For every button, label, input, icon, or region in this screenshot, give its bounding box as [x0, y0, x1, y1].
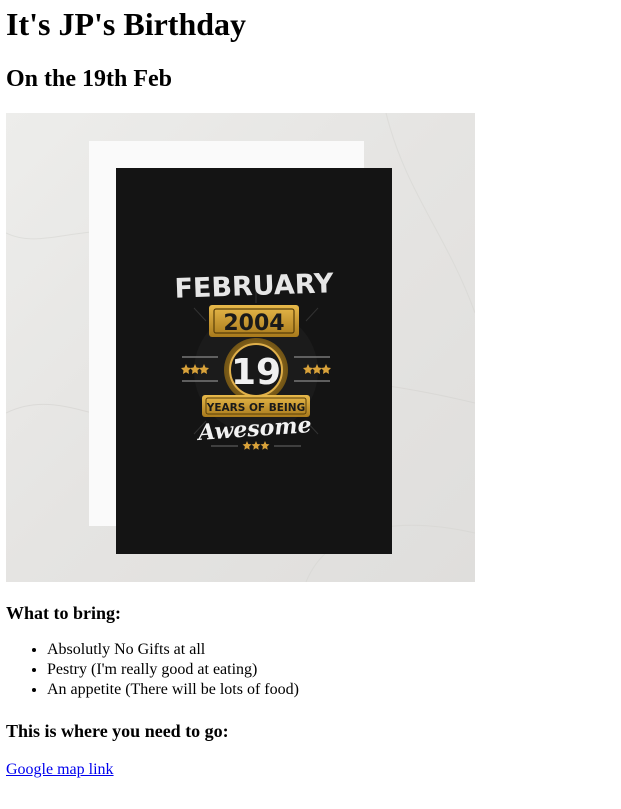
card-age: 19 — [231, 352, 281, 393]
location-heading: This is where you need to go: — [6, 721, 229, 741]
page-title: It's JP's Birthday — [6, 6, 247, 42]
card-year: 2004 — [223, 311, 284, 336]
bring-list-item: Pestry (I'm really good at eating) — [47, 660, 615, 680]
bring-list-item: Absolutly No Gifts at all — [47, 640, 615, 660]
bring-heading: What to bring: — [6, 603, 122, 623]
bring-list-item: An appetite (There will be lots of food) — [47, 680, 615, 700]
card-years-of-being: YEARS OF BEING — [206, 402, 305, 414]
birthday-card-image: FEBRUARY 2004 19 YEARS OF BEING Awesome — [6, 113, 475, 582]
page-subtitle: On the 19th Feb — [6, 66, 173, 92]
card-month: FEBRUARY — [174, 268, 335, 305]
google-map-link[interactable]: Google map link — [6, 760, 114, 780]
bring-list: Absolutly No Gifts at all Pestry (I'm re… — [6, 640, 615, 700]
page-content: It's JP's Birthday On the 19th Feb FEBRU… — [6, 0, 615, 780]
